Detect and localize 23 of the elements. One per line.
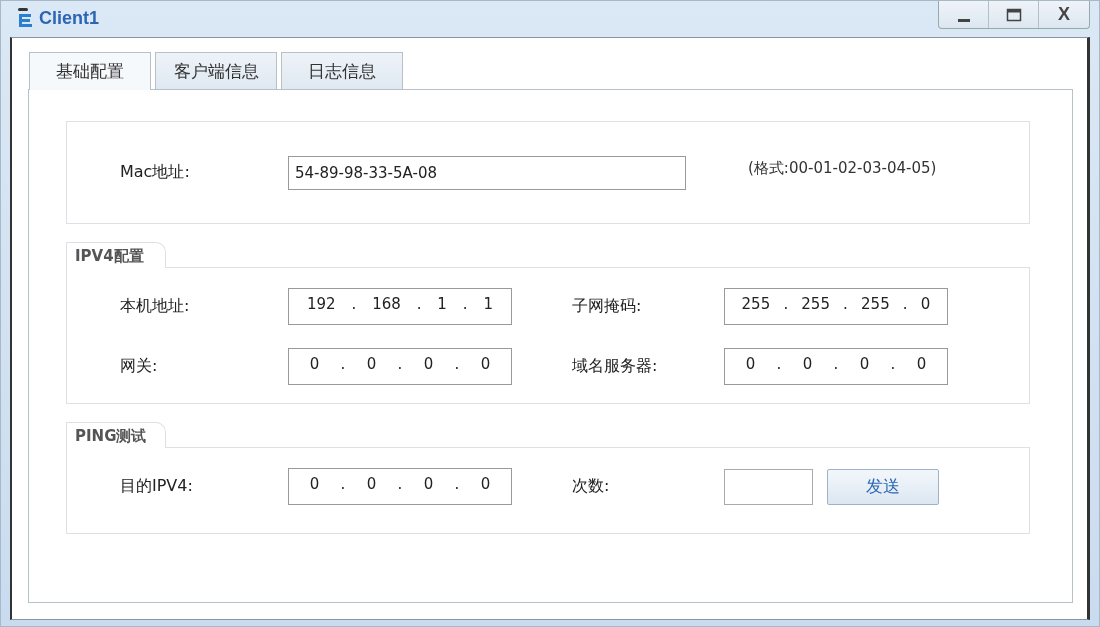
ip-field[interactable]: 0 . 0 . 0 . 0 <box>288 468 512 505</box>
mac-field[interactable]: 54-89-98-33-5A-08 <box>288 155 686 190</box>
tab[interactable]: 日志信息 <box>281 52 403 90</box>
tab[interactable]: 客户端信息 <box>155 52 277 90</box>
ip-field[interactable]: 255 . 255 . 255 . 0 <box>724 288 948 325</box>
mac-label: Mac地址: <box>120 162 191 183</box>
format-hint: (格式:00-01-02-03-04-05) <box>748 159 937 178</box>
send-button[interactable]: 发送 <box>827 468 939 505</box>
minimize-icon <box>957 18 970 22</box>
ip-field[interactable]: 0 . 0 . 0 . 0 <box>288 348 512 385</box>
maximize-icon <box>1005 6 1022 23</box>
app-icon <box>15 7 35 29</box>
field-label: 本机地址: <box>120 296 191 317</box>
ip-field[interactable]: 192 . 168 . 1 . 1 <box>288 288 512 325</box>
field-label: 目的IPV4: <box>120 476 194 497</box>
window-title: Client1 <box>39 7 99 29</box>
field-label: 域名服务器: <box>572 356 659 377</box>
tab[interactable]: 基础配置 <box>29 52 151 90</box>
field-label: 子网掩码: <box>572 296 643 317</box>
field-label: 次数: <box>572 476 611 497</box>
field-label: 网关: <box>120 356 159 377</box>
count-field[interactable] <box>724 468 813 505</box>
ip-field[interactable]: 0 . 0 . 0 . 0 <box>724 348 948 385</box>
